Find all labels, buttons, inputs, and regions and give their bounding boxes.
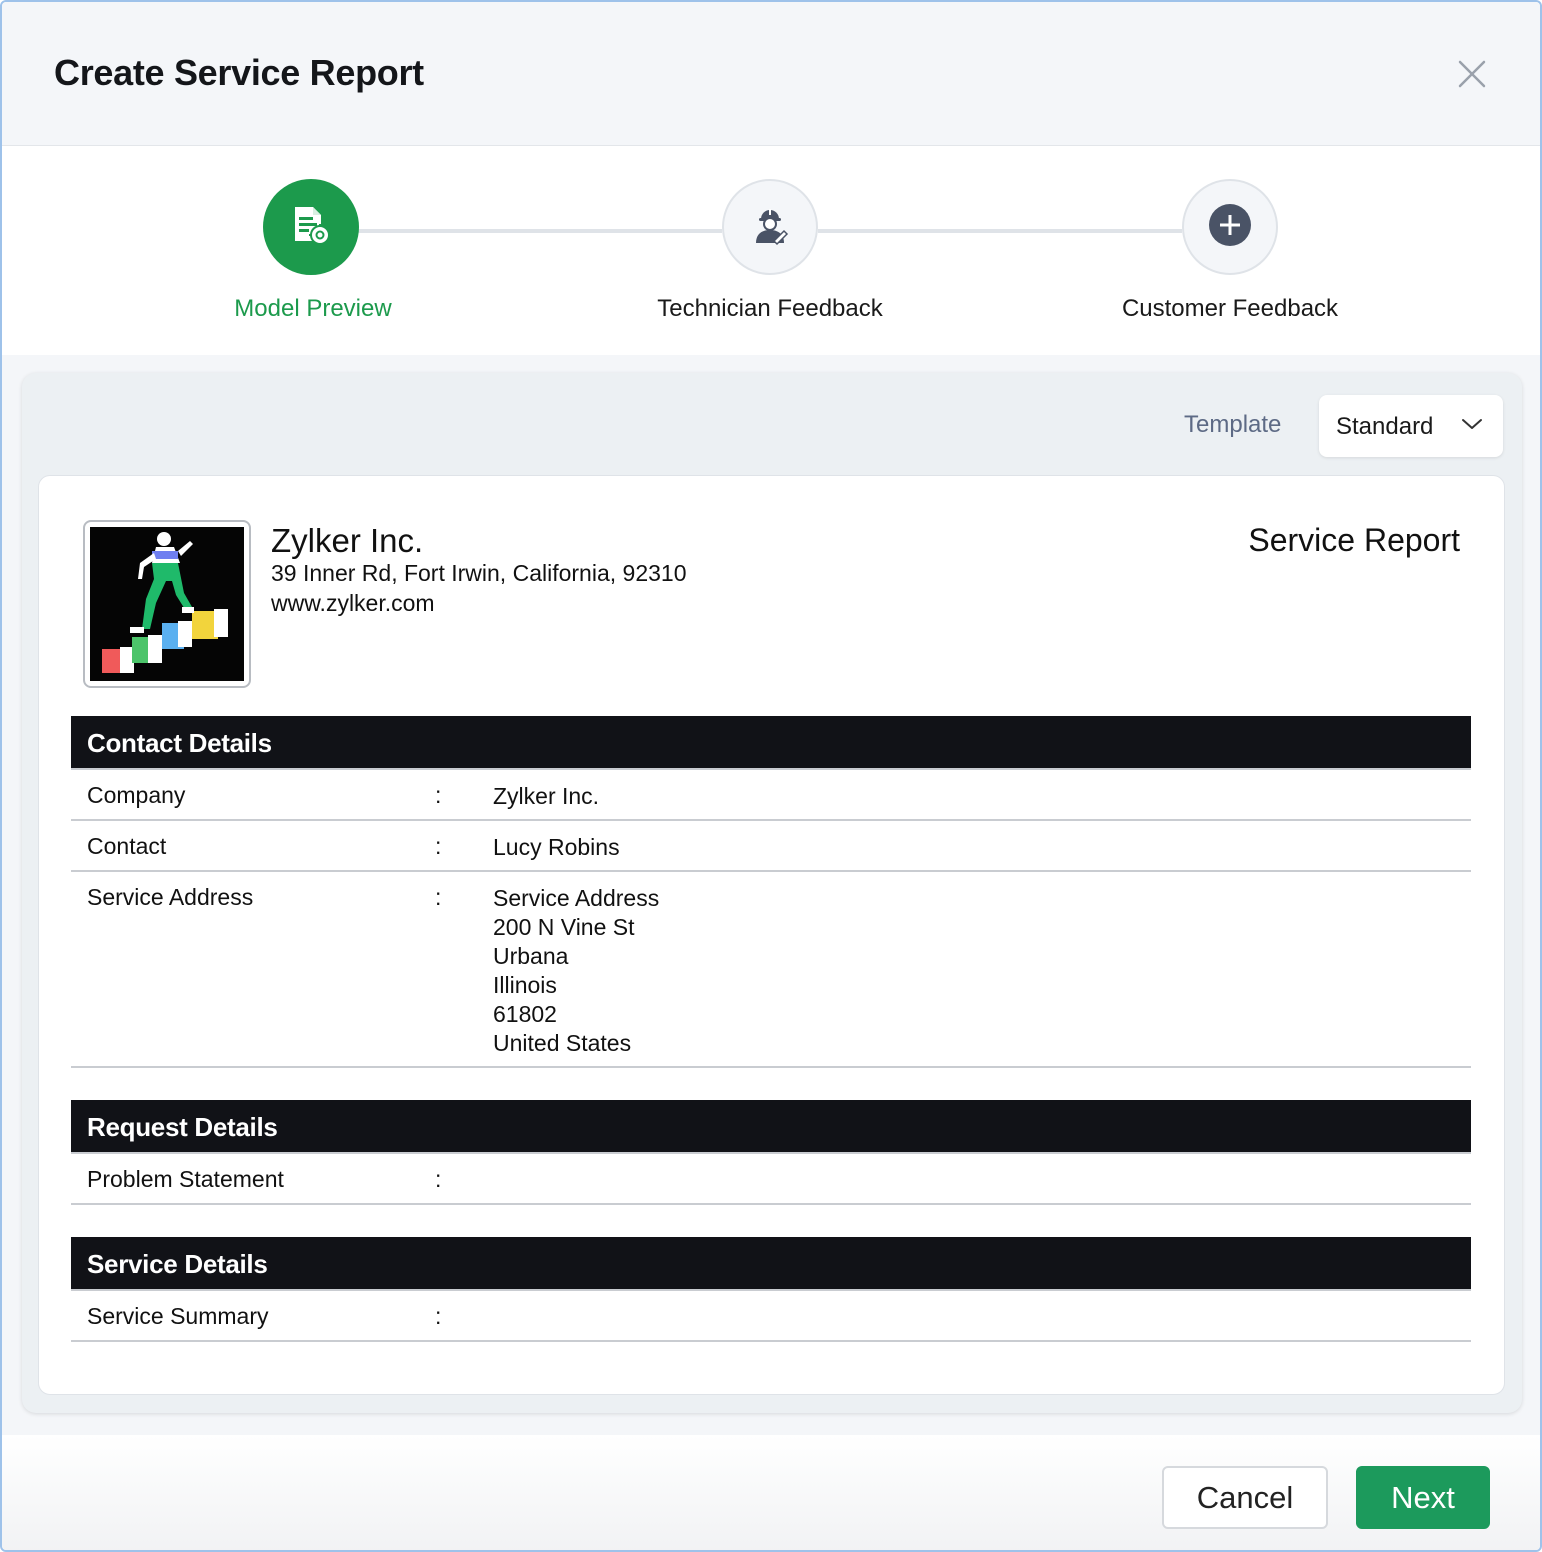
- address-line: Illinois: [493, 972, 557, 998]
- step-customer-feedback[interactable]: [1182, 179, 1278, 275]
- company-name: Zylker Inc.: [271, 522, 424, 559]
- table-row: Company : Zylker Inc.: [71, 770, 1471, 821]
- next-button[interactable]: Next: [1356, 1466, 1490, 1529]
- company-website: www.zylker.com: [271, 590, 435, 616]
- company-address: 39 Inner Rd, Fort Irwin, California, 923…: [271, 560, 687, 586]
- close-icon[interactable]: [1452, 54, 1492, 94]
- section-header-request-details: Request Details: [71, 1100, 1471, 1154]
- field-value: Lucy Robins: [493, 834, 620, 860]
- cancel-button[interactable]: Cancel: [1162, 1466, 1328, 1529]
- field-label: Service Address: [87, 884, 254, 910]
- address-line: Service Address: [493, 885, 660, 911]
- table-row: Contact : Lucy Robins: [71, 821, 1471, 872]
- create-service-report-dialog: Create Service Report Model Preview Tech…: [0, 0, 1542, 1552]
- field-label: Company: [87, 782, 186, 808]
- step-label-customer-feedback[interactable]: Customer Feedback: [1050, 295, 1410, 323]
- step-connector: [818, 229, 1182, 233]
- technician-icon: [748, 203, 792, 252]
- section-header-contact-details: Contact Details: [71, 716, 1471, 770]
- report-title: Service Report: [1248, 522, 1460, 558]
- address-line: Urbana: [493, 943, 569, 969]
- chevron-down-icon: [1461, 417, 1483, 436]
- document-gear-icon: [289, 203, 333, 252]
- field-separator: :: [435, 1166, 442, 1192]
- table-row: Service Address : Service Address 200 N …: [71, 872, 1471, 1068]
- company-logo: [83, 520, 251, 688]
- plus-circle-icon: [1207, 202, 1253, 253]
- section-title: Service Details: [87, 1249, 268, 1279]
- field-value: Zylker Inc.: [493, 783, 600, 809]
- template-dropdown[interactable]: Standard: [1319, 395, 1503, 457]
- step-label-model-preview[interactable]: Model Preview: [133, 295, 493, 323]
- template-selected-value: Standard: [1336, 413, 1434, 440]
- step-technician-feedback[interactable]: [722, 179, 818, 275]
- field-separator: :: [435, 1303, 442, 1329]
- field-label: Service Summary: [87, 1303, 269, 1329]
- section-title: Contact Details: [87, 728, 272, 758]
- field-separator: :: [435, 833, 442, 859]
- dialog-header: Create Service Report: [2, 2, 1540, 146]
- template-label: Template: [1184, 411, 1282, 438]
- report-document: Zylker Inc. 39 Inner Rd, Fort Irwin, Cal…: [38, 475, 1505, 1395]
- section-title: Request Details: [87, 1112, 278, 1142]
- section-header-service-details: Service Details: [71, 1237, 1471, 1291]
- step-label-technician-feedback[interactable]: Technician Feedback: [590, 295, 950, 323]
- step-model-preview[interactable]: [263, 179, 359, 275]
- address-line: 61802: [493, 1001, 557, 1027]
- dialog-title: Create Service Report: [54, 52, 424, 93]
- dialog-footer: Cancel Next: [2, 1435, 1540, 1550]
- step-connector: [358, 229, 722, 233]
- stepper: Model Preview Technician Feedback Custom…: [2, 147, 1540, 355]
- field-label: Problem Statement: [87, 1166, 284, 1192]
- field-separator: :: [435, 782, 442, 808]
- field-label: Contact: [87, 833, 167, 859]
- table-row: Problem Statement :: [71, 1154, 1471, 1205]
- preview-panel: Template Standard Zylker Inc. 39 Inner R…: [22, 373, 1522, 1413]
- table-row: Service Summary :: [71, 1291, 1471, 1342]
- field-separator: :: [435, 884, 442, 910]
- report-preview-area: Template Standard Zylker Inc. 39 Inner R…: [2, 355, 1540, 1435]
- service-address-value: Service Address 200 N Vine St Urbana Ill…: [493, 884, 659, 1058]
- address-line: United States: [493, 1030, 632, 1056]
- address-line: 200 N Vine St: [493, 914, 635, 940]
